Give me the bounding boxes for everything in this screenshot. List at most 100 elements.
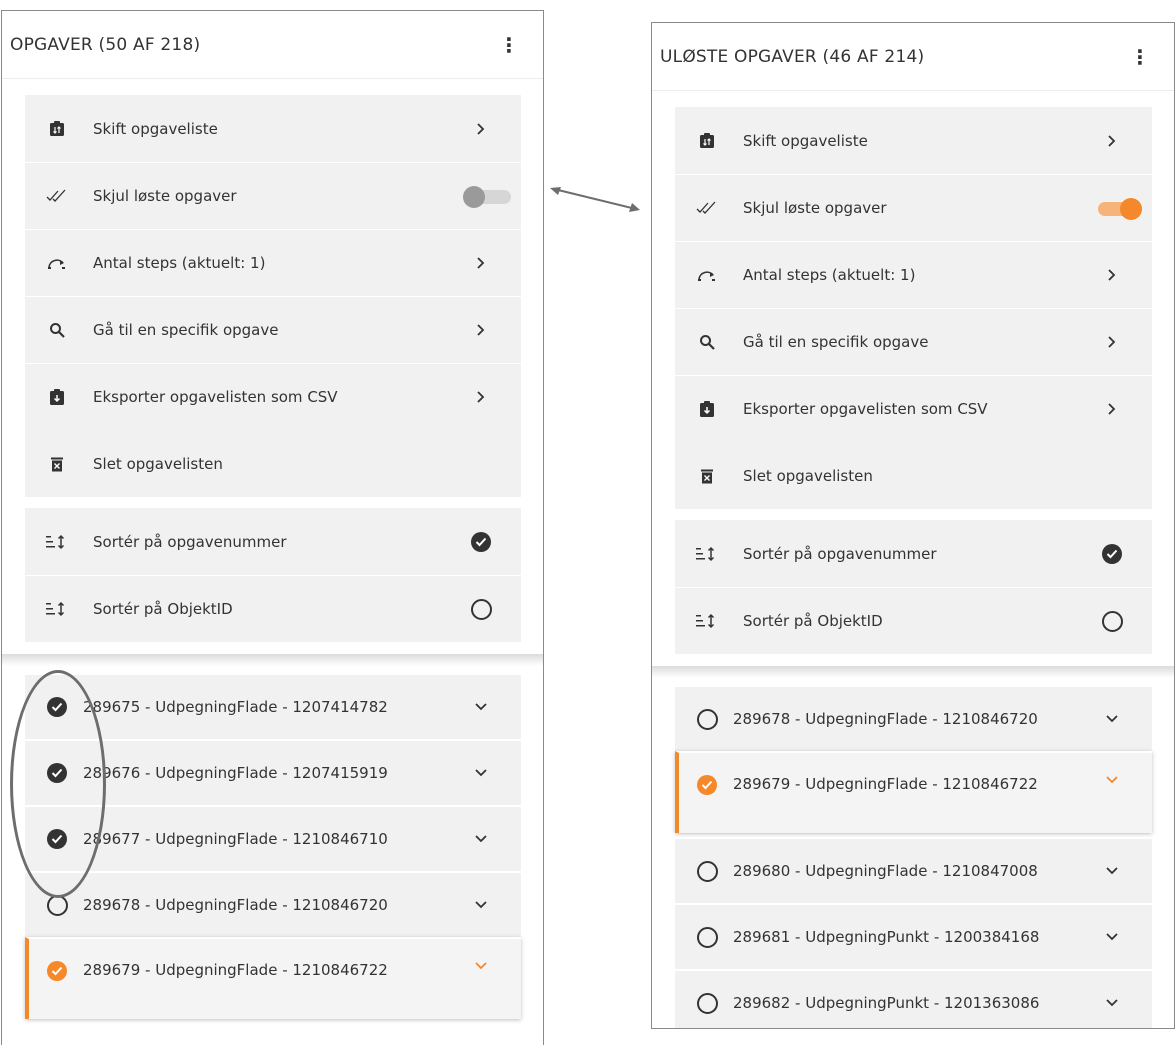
trash-icon bbox=[45, 456, 69, 472]
trash-icon bbox=[695, 468, 719, 484]
swap-list-icon bbox=[695, 132, 719, 150]
task-row[interactable]: 289679 - UdpegningFlade - 1210846722 bbox=[25, 937, 521, 1019]
radio-empty-icon bbox=[46, 894, 68, 916]
chevron-down-icon[interactable] bbox=[1094, 714, 1130, 724]
menu-item-skift-opgaveliste[interactable]: Skift opgaveliste bbox=[25, 95, 521, 162]
menu-item-label: Skjul løste opgaver bbox=[93, 187, 237, 205]
radio-empty-icon bbox=[696, 860, 718, 882]
swap-list-icon bbox=[45, 120, 69, 138]
more-options-icon[interactable]: ⋮ bbox=[499, 35, 519, 55]
chevron-down-icon[interactable] bbox=[1094, 775, 1130, 785]
task-row[interactable]: 289682 - UdpegningPunkt - 1201363086 bbox=[675, 969, 1152, 1028]
double-check-icon bbox=[695, 201, 719, 215]
task-label: 289677 - UdpegningFlade - 1210846710 bbox=[83, 830, 388, 848]
chevron-down-icon[interactable] bbox=[1094, 932, 1130, 942]
sort-icon bbox=[45, 601, 69, 617]
options-menu: Skift opgaveliste Skjul løste opgaver Anta… bbox=[25, 95, 521, 497]
options-menu: Skift opgaveliste Skjul løste opgaver Anta… bbox=[675, 107, 1152, 509]
task-row[interactable]: 289680 - UdpegningFlade - 1210847008 bbox=[675, 837, 1152, 903]
menu-item-label: Skjul løste opgaver bbox=[743, 199, 887, 217]
menu-item-skjul-l-ste-opgaver[interactable]: Skjul løste opgaver bbox=[675, 174, 1152, 241]
menu-item-ga-til-en-specifik-opgave[interactable]: Gå til en specifik opgave bbox=[25, 296, 521, 363]
menu-item-label: Slet opgavelisten bbox=[743, 466, 873, 485]
task-list: 289675 - UdpegningFlade - 1207414782 2896… bbox=[25, 673, 521, 1023]
step-skip-icon bbox=[695, 268, 719, 282]
menu-item-sorte-r-pa-objektid[interactable]: Sortér på ObjektID bbox=[675, 587, 1152, 654]
chevron-right-icon bbox=[463, 390, 499, 404]
check-circle-icon bbox=[47, 763, 67, 783]
sort-icon bbox=[695, 613, 719, 629]
task-row[interactable]: 289678 - UdpegningFlade - 1210846720 bbox=[675, 685, 1152, 751]
check-circle-icon bbox=[1102, 543, 1122, 564]
menu-item-antal-steps-aktuelt-1[interactable]: Antal steps (aktuelt: 1) bbox=[25, 229, 521, 296]
sort-menu: Sortér på opgavenummer Sortér på ObjektID bbox=[25, 505, 521, 642]
menu-item-eksporter-opgavelisten-som-csv[interactable]: Eksporter opgavelisten som CSV bbox=[675, 375, 1152, 442]
menu-item-end[interactable] bbox=[463, 531, 499, 552]
hide-solved-toggle[interactable] bbox=[463, 185, 511, 208]
panel-header: OPGAVER (50 AF 218) ⋮ bbox=[2, 11, 543, 79]
menu-item-label: Eksporter opgavelisten som CSV bbox=[93, 388, 338, 406]
menu-item-slet-opgavelisten[interactable]: Slet opgavelisten bbox=[675, 442, 1152, 509]
menu-item-ga-til-en-specifik-opgave[interactable]: Gå til en specifik opgave bbox=[675, 308, 1152, 375]
double-check-icon bbox=[45, 189, 69, 203]
menu-item-sorte-r-pa-objektid[interactable]: Sortér på ObjektID bbox=[25, 575, 521, 642]
search-icon bbox=[45, 322, 69, 338]
divider bbox=[652, 666, 1174, 678]
menu-item-label: Antal steps (aktuelt: 1) bbox=[743, 266, 916, 284]
chevron-down-icon[interactable] bbox=[463, 702, 499, 712]
task-label: 289678 - UdpegningFlade - 1210846720 bbox=[733, 710, 1038, 728]
task-row[interactable]: 289677 - UdpegningFlade - 1210846710 bbox=[25, 805, 521, 871]
radio-empty-icon bbox=[696, 992, 718, 1014]
chevron-down-icon[interactable] bbox=[463, 768, 499, 778]
chevron-right-icon bbox=[1094, 134, 1130, 148]
sort-icon bbox=[45, 534, 69, 550]
radio-empty-icon bbox=[696, 926, 718, 948]
menu-item-label: Slet opgavelisten bbox=[93, 454, 223, 473]
task-label: 289682 - UdpegningPunkt - 1201363086 bbox=[733, 994, 1040, 1012]
divider bbox=[2, 654, 543, 666]
task-row[interactable]: 289678 - UdpegningFlade - 1210846720 bbox=[25, 871, 521, 937]
menu-item-sorte-r-pa-opgavenummer[interactable]: Sortér på opgavenummer bbox=[675, 520, 1152, 587]
task-label: 289676 - UdpegningFlade - 1207415919 bbox=[83, 764, 388, 782]
check-circle-icon bbox=[697, 775, 717, 795]
panel-header: ULØSTE OPGAVER (46 AF 214) ⋮ bbox=[652, 23, 1174, 91]
chevron-down-icon[interactable] bbox=[463, 900, 499, 910]
task-status-icon bbox=[693, 775, 721, 795]
menu-item-eksporter-opgavelisten-som-csv[interactable]: Eksporter opgavelisten som CSV bbox=[25, 363, 521, 430]
chevron-down-icon[interactable] bbox=[463, 834, 499, 844]
chevron-down-icon[interactable] bbox=[1094, 866, 1130, 876]
task-row[interactable]: 289675 - UdpegningFlade - 1207414782 bbox=[25, 673, 521, 739]
task-row[interactable]: 289681 - UdpegningPunkt - 1200384168 bbox=[675, 903, 1152, 969]
menu-item-label: Gå til en specifik opgave bbox=[93, 321, 279, 339]
chevron-down-icon[interactable] bbox=[1094, 998, 1130, 1008]
menu-item-end[interactable] bbox=[463, 598, 499, 620]
task-row[interactable]: 289679 - UdpegningFlade - 1210846722 bbox=[675, 751, 1152, 833]
menu-item-end bbox=[1094, 197, 1142, 220]
menu-item-antal-steps-aktuelt-1[interactable]: Antal steps (aktuelt: 1) bbox=[675, 241, 1152, 308]
task-row[interactable]: 289676 - UdpegningFlade - 1207415919 bbox=[25, 739, 521, 805]
task-status-icon bbox=[43, 763, 71, 783]
hide-solved-toggle[interactable] bbox=[1094, 197, 1142, 220]
menu-item-skjul-l-ste-opgaver[interactable]: Skjul løste opgaver bbox=[25, 162, 521, 229]
menu-item-end bbox=[463, 185, 511, 208]
menu-item-end[interactable] bbox=[1094, 543, 1130, 564]
chevron-right-icon bbox=[463, 323, 499, 337]
menu-item-skift-opgaveliste[interactable]: Skift opgaveliste bbox=[675, 107, 1152, 174]
task-status-icon bbox=[43, 894, 71, 916]
menu-item-end[interactable] bbox=[1094, 610, 1130, 632]
task-label: 289681 - UdpegningPunkt - 1200384168 bbox=[733, 928, 1040, 946]
chevron-right-icon bbox=[1094, 268, 1130, 282]
menu-item-label: Antal steps (aktuelt: 1) bbox=[93, 254, 266, 272]
chevron-down-icon[interactable] bbox=[463, 961, 499, 971]
menu-item-slet-opgavelisten[interactable]: Slet opgavelisten bbox=[25, 430, 521, 497]
menu-item-sorte-r-pa-opgavenummer[interactable]: Sortér på opgavenummer bbox=[25, 508, 521, 575]
menu-item-label: Sortér på ObjektID bbox=[743, 612, 883, 630]
clipboard-export-icon bbox=[45, 388, 69, 406]
task-label: 289679 - UdpegningFlade - 1210846722 bbox=[83, 961, 388, 979]
check-circle-icon bbox=[47, 961, 67, 981]
menu-item-label: Sortér på opgavenummer bbox=[93, 532, 287, 551]
menu-item-label: Skift opgaveliste bbox=[93, 119, 218, 138]
more-options-icon[interactable]: ⋮ bbox=[1130, 47, 1150, 67]
panel-title: ULØSTE OPGAVER (46 AF 214) bbox=[660, 46, 925, 67]
sort-icon bbox=[695, 546, 719, 562]
